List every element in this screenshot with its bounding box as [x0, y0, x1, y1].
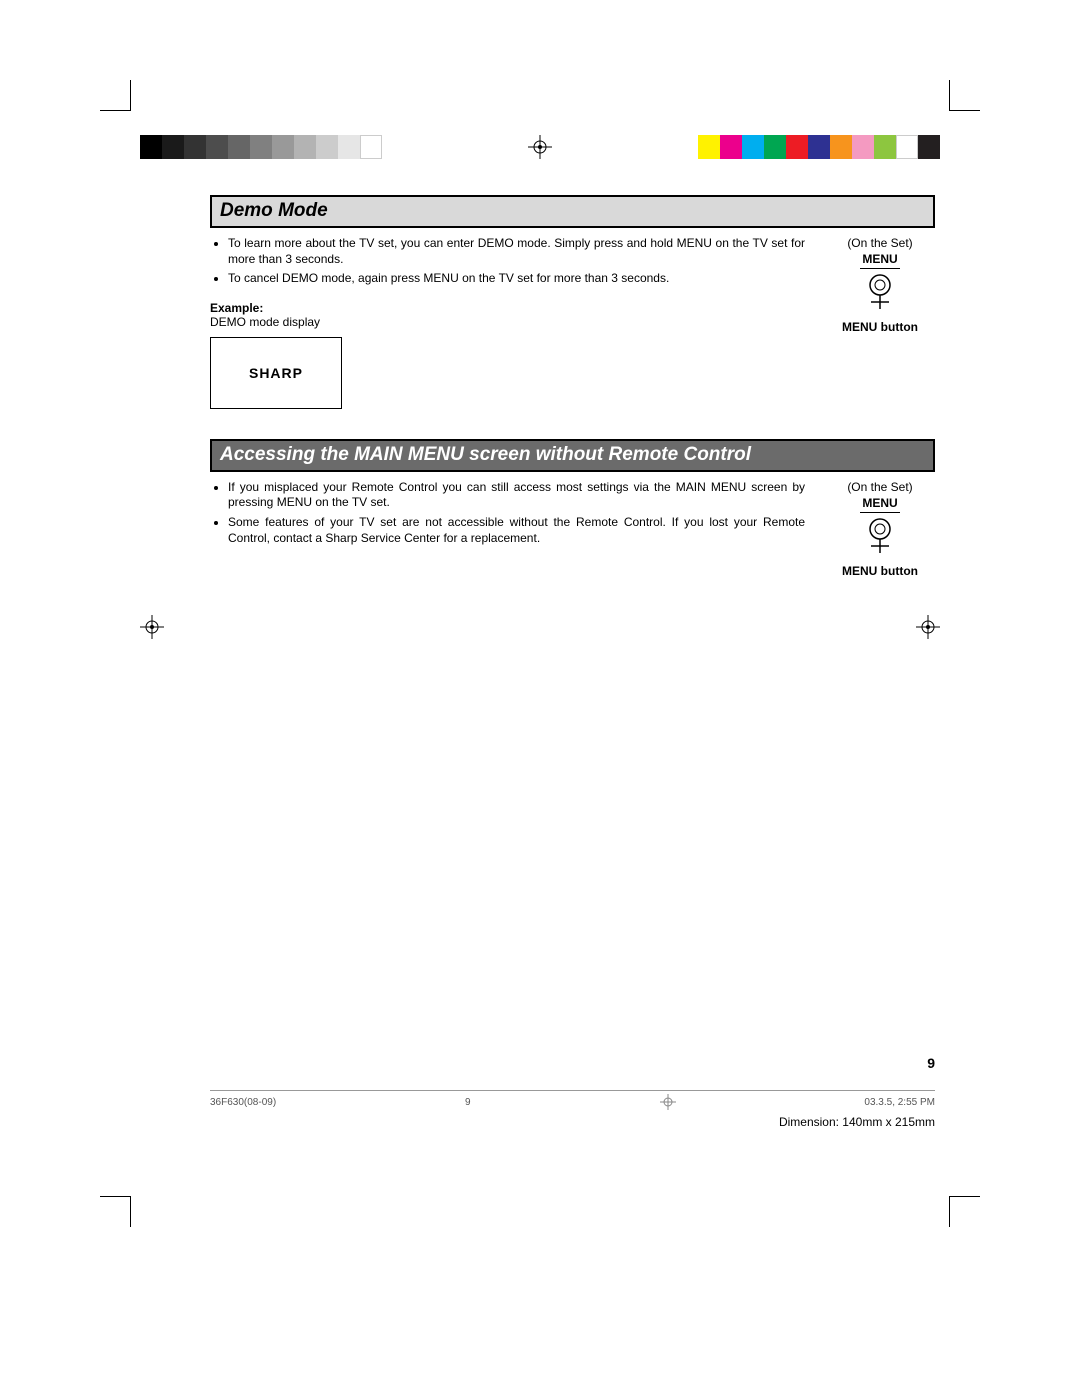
- registration-mark-left-icon: [140, 615, 164, 639]
- bullet-item: To learn more about the TV set, you can …: [228, 236, 805, 267]
- manual-page: Demo Mode To learn more about the TV set…: [0, 0, 1080, 1397]
- divider: [860, 268, 900, 269]
- registration-mark-right-icon: [916, 615, 940, 639]
- section-body-demo-mode: To learn more about the TV set, you can …: [210, 236, 935, 409]
- registration-mark-footer-icon: [660, 1094, 676, 1110]
- section-heading-main-menu: Accessing the MAIN MENU screen without R…: [210, 439, 935, 472]
- bullet-item: To cancel DEMO mode, again press MENU on…: [228, 271, 805, 287]
- example-label: Example:: [210, 301, 805, 315]
- main-menu-button-diagram: (On the Set) MENU MENU button: [825, 480, 935, 578]
- menu-button-icon: [825, 517, 935, 558]
- menu-label: MENU: [825, 496, 935, 510]
- bullet-item: If you misplaced your Remote Control you…: [228, 480, 805, 511]
- sharp-logo-box: SHARP: [210, 337, 342, 409]
- demo-mode-button-diagram: (On the Set) MENU MENU button: [825, 236, 935, 409]
- crop-mark-top-left: [100, 80, 131, 111]
- print-color-bars: [140, 135, 940, 159]
- on-set-label: (On the Set): [825, 480, 935, 494]
- dimension-note: Dimension: 140mm x 215mm: [779, 1115, 935, 1129]
- section-body-main-menu: If you misplaced your Remote Control you…: [210, 480, 935, 578]
- grayscale-ramp: [140, 135, 382, 159]
- menu-label: MENU: [825, 252, 935, 266]
- crop-mark-bottom-left: [100, 1196, 131, 1227]
- footer: 36F630(08-09) 9 03.3.5, 2:55 PM: [210, 1090, 935, 1110]
- footer-page: 9: [465, 1097, 471, 1108]
- registration-mark-icon: [528, 135, 552, 159]
- bullet-item: Some features of your TV set are not acc…: [228, 515, 805, 546]
- menu-button-label: MENU button: [825, 320, 935, 334]
- footer-timestamp: 03.3.5, 2:55 PM: [864, 1097, 935, 1108]
- page-content: Demo Mode To learn more about the TV set…: [210, 195, 935, 608]
- on-set-label: (On the Set): [825, 236, 935, 250]
- section-heading-demo-mode: Demo Mode: [210, 195, 935, 228]
- crop-mark-top-right: [949, 80, 980, 111]
- main-menu-text: If you misplaced your Remote Control you…: [210, 480, 805, 578]
- example-subtext: DEMO mode display: [210, 315, 805, 329]
- footer-filename: 36F630(08-09): [210, 1097, 276, 1108]
- divider: [860, 512, 900, 513]
- demo-mode-text: To learn more about the TV set, you can …: [210, 236, 805, 409]
- page-number: 9: [927, 1055, 935, 1071]
- crop-mark-bottom-right: [949, 1196, 980, 1227]
- menu-button-icon: [825, 273, 935, 314]
- color-ramp: [698, 135, 940, 159]
- menu-button-label: MENU button: [825, 564, 935, 578]
